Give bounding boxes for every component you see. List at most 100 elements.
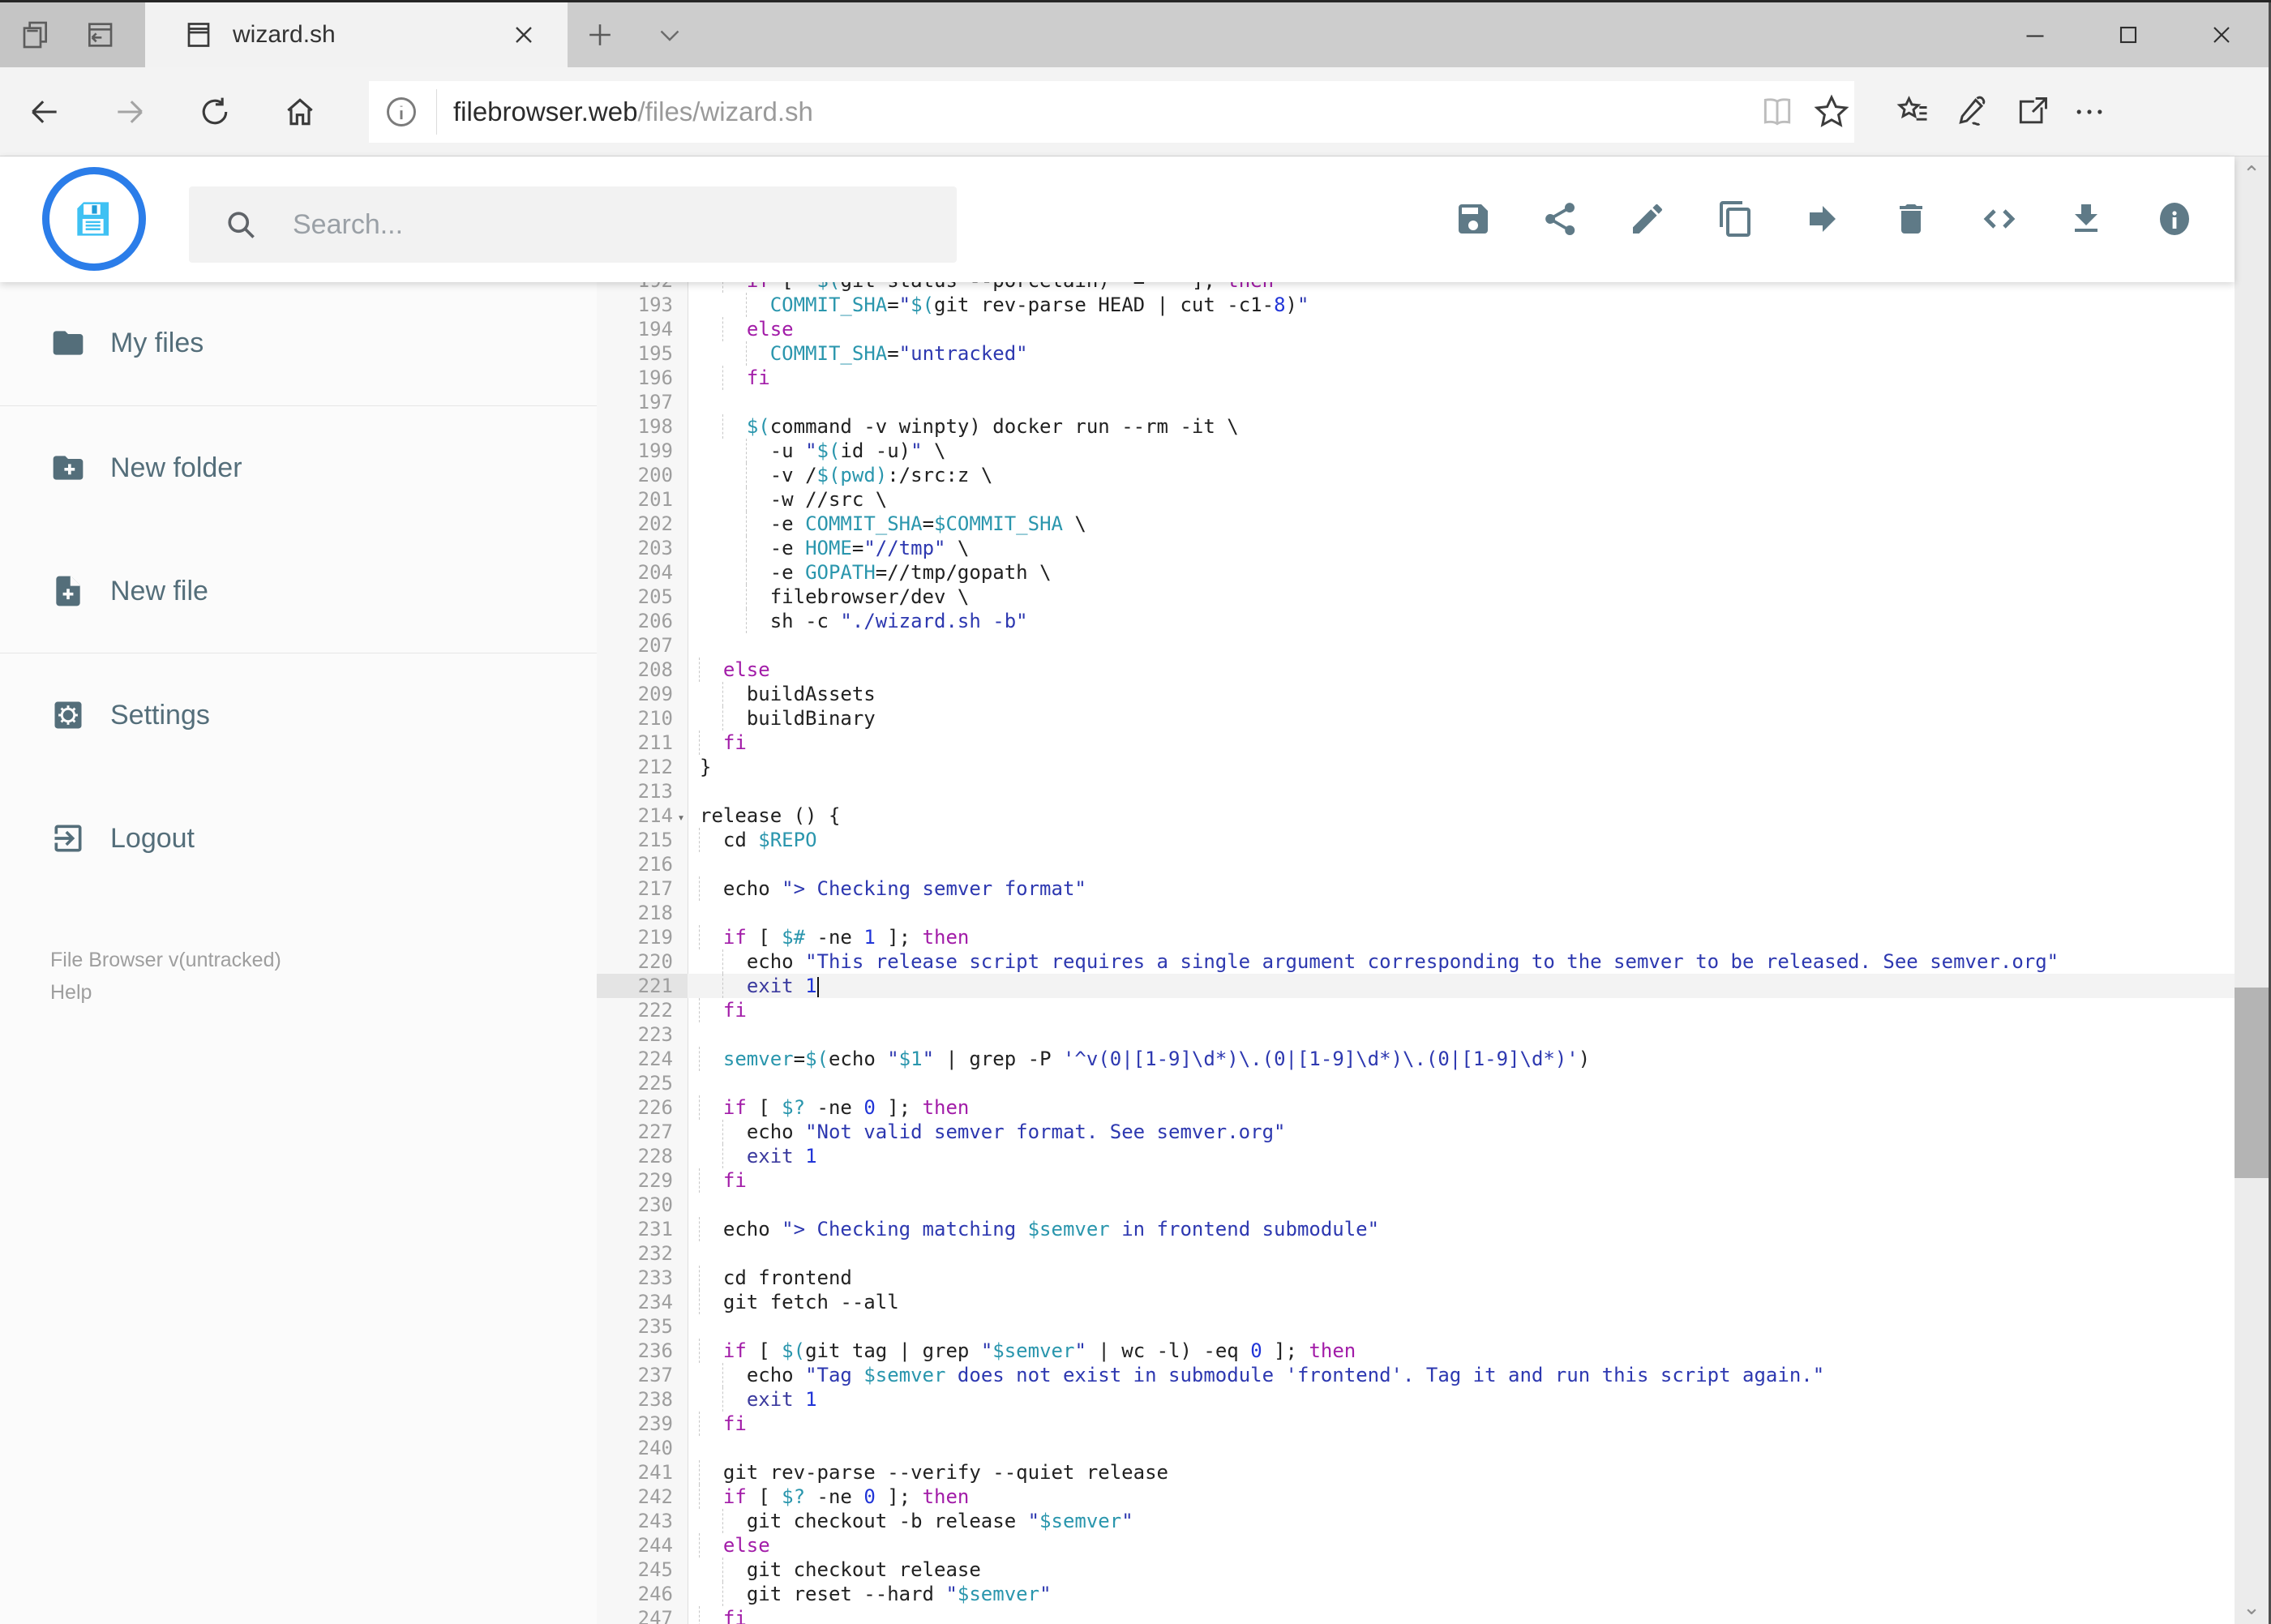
code-line-204[interactable]: 204 -e GOPATH=//tmp/gopath \ bbox=[597, 560, 2235, 585]
code-line-221[interactable]: 221 exit 1 bbox=[597, 974, 2235, 998]
scroll-down-icon[interactable]: ⌄ bbox=[2235, 1590, 2269, 1624]
copy-button[interactable] bbox=[1707, 190, 1765, 248]
code-line-223[interactable]: 223 bbox=[597, 1022, 2235, 1047]
code-line-199[interactable]: 199 -u "$(id -u)" \ bbox=[597, 439, 2235, 463]
home-icon[interactable] bbox=[282, 94, 318, 130]
download-button[interactable] bbox=[2057, 190, 2115, 248]
move-button[interactable] bbox=[1793, 190, 1852, 248]
code-line-246[interactable]: 246 git reset --hard "$semver" bbox=[597, 1582, 2235, 1606]
back-icon[interactable] bbox=[27, 94, 62, 130]
code-line-237[interactable]: 237 echo "Tag $semver does not exist in … bbox=[597, 1363, 2235, 1387]
sidebar-item-new-file[interactable]: New file bbox=[0, 555, 597, 628]
close-window-button[interactable] bbox=[2205, 20, 2238, 49]
scroll-up-icon[interactable]: ⌃ bbox=[2235, 156, 2269, 191]
code-line-211[interactable]: 211 fi bbox=[597, 731, 2235, 755]
sidebar-item-settings[interactable]: Settings bbox=[0, 679, 597, 752]
refresh-icon[interactable] bbox=[197, 94, 233, 130]
web-notes-pen-icon[interactable] bbox=[1955, 94, 1990, 130]
save-button[interactable] bbox=[1444, 190, 1502, 248]
edit-button[interactable] bbox=[1618, 190, 1677, 248]
code-line-209[interactable]: 209 buildAssets bbox=[597, 682, 2235, 706]
code-line-200[interactable]: 200 -v /$(pwd):/src:z \ bbox=[597, 463, 2235, 487]
code-line-212[interactable]: 212} bbox=[597, 755, 2235, 779]
code-line-193[interactable]: 193 COMMIT_SHA="$(git rev-parse HEAD | c… bbox=[597, 293, 2235, 317]
code-line-198[interactable]: 198 $(command -v winpty) docker run --rm… bbox=[597, 414, 2235, 439]
code-line-220[interactable]: 220 echo "This release script requires a… bbox=[597, 949, 2235, 974]
code-line-231[interactable]: 231 echo "> Checking matching $semver in… bbox=[597, 1217, 2235, 1241]
code-line-238[interactable]: 238 exit 1 bbox=[597, 1387, 2235, 1412]
favorite-star-icon[interactable] bbox=[1812, 92, 1851, 131]
tab-close-icon[interactable] bbox=[509, 20, 538, 49]
site-info-icon[interactable] bbox=[383, 94, 419, 130]
sidebar-item-my-files[interactable]: My files bbox=[0, 306, 597, 379]
code-line-203[interactable]: 203 -e HOME="//tmp" \ bbox=[597, 536, 2235, 560]
code-line-245[interactable]: 245 git checkout release bbox=[597, 1558, 2235, 1582]
code-line-225[interactable]: 225 bbox=[597, 1071, 2235, 1095]
share-page-icon[interactable] bbox=[2015, 94, 2050, 130]
code-line-208[interactable]: 208 else bbox=[597, 658, 2235, 682]
fold-arrow-icon[interactable]: ▾ bbox=[675, 805, 688, 829]
filebrowser-logo[interactable] bbox=[42, 167, 146, 271]
browser-tab[interactable]: wizard.sh bbox=[145, 2, 568, 67]
code-line-236[interactable]: 236 if [ $(git tag | grep "$semver" | wc… bbox=[597, 1339, 2235, 1363]
code-line-219[interactable]: 219 if [ $# -ne 1 ]; then bbox=[597, 925, 2235, 949]
code-line-217[interactable]: 217 echo "> Checking semver format" bbox=[597, 876, 2235, 901]
code-line-233[interactable]: 233 cd frontend bbox=[597, 1266, 2235, 1290]
page-scrollbar[interactable]: ⌃ ⌄ bbox=[2235, 156, 2269, 1624]
code-line-210[interactable]: 210 buildBinary bbox=[597, 706, 2235, 731]
code-line-205[interactable]: 205 filebrowser/dev \ bbox=[597, 585, 2235, 609]
code-line-215[interactable]: 215 cd $REPO bbox=[597, 828, 2235, 852]
code-line-194[interactable]: 194 else bbox=[597, 317, 2235, 341]
code-editor[interactable]: 192 if [ "$(git status --porcelain)" = "… bbox=[597, 282, 2235, 1624]
code-line-232[interactable]: 232 bbox=[597, 1241, 2235, 1266]
code-line-214[interactable]: 214 ▾ release () { bbox=[597, 803, 2235, 828]
code-line-230[interactable]: 230 bbox=[597, 1193, 2235, 1217]
restore-tabs-icon[interactable] bbox=[83, 19, 115, 51]
code-line-244[interactable]: 244 else bbox=[597, 1533, 2235, 1558]
code-line-224[interactable]: 224 semver=$(echo "$1" | grep -P '^v(0|[… bbox=[597, 1047, 2235, 1071]
code-line-202[interactable]: 202 -e COMMIT_SHA=$COMMIT_SHA \ bbox=[597, 512, 2235, 536]
code-line-192[interactable]: 192 if [ "$(git status --porcelain)" = "… bbox=[597, 282, 2235, 293]
code-line-197[interactable]: 197 bbox=[597, 390, 2235, 414]
code-view-button[interactable] bbox=[1970, 190, 2029, 248]
url-bar[interactable]: filebrowser.web/files/wizard.sh bbox=[369, 81, 1854, 143]
code-line-196[interactable]: 196 fi bbox=[597, 366, 2235, 390]
code-line-218[interactable]: 218 bbox=[597, 901, 2235, 925]
code-line-241[interactable]: 241 git rev-parse --verify --quiet relea… bbox=[597, 1460, 2235, 1485]
code-line-239[interactable]: 239 fi bbox=[597, 1412, 2235, 1436]
code-line-234[interactable]: 234 git fetch --all bbox=[597, 1290, 2235, 1314]
code-line-242[interactable]: 242 if [ $? -ne 0 ]; then bbox=[597, 1485, 2235, 1509]
delete-button[interactable] bbox=[1882, 190, 1940, 248]
forward-icon[interactable] bbox=[112, 94, 148, 130]
code-line-195[interactable]: 195 COMMIT_SHA="untracked" bbox=[597, 341, 2235, 366]
code-line-216[interactable]: 216 bbox=[597, 852, 2235, 876]
code-line-222[interactable]: 222 fi bbox=[597, 998, 2235, 1022]
set-aside-tabs-icon[interactable] bbox=[20, 19, 53, 51]
code-line-228[interactable]: 228 exit 1 bbox=[597, 1144, 2235, 1168]
code-line-226[interactable]: 226 if [ $? -ne 0 ]; then bbox=[597, 1095, 2235, 1120]
more-menu-icon[interactable] bbox=[2072, 94, 2107, 130]
favorites-hub-icon[interactable] bbox=[1896, 94, 1931, 130]
code-line-207[interactable]: 207 bbox=[597, 633, 2235, 658]
code-line-243[interactable]: 243 git checkout -b release "$semver" bbox=[597, 1509, 2235, 1533]
code-line-229[interactable]: 229 fi bbox=[597, 1168, 2235, 1193]
help-link[interactable]: Help bbox=[50, 981, 92, 1005]
code-line-247[interactable]: 247 fi bbox=[597, 1606, 2235, 1624]
sidebar-item-logout[interactable]: Logout bbox=[0, 802, 597, 875]
code-line-206[interactable]: 206 sh -c "./wizard.sh -b" bbox=[597, 609, 2235, 633]
minimize-button[interactable] bbox=[2019, 20, 2051, 49]
tab-preview-chevron-icon[interactable] bbox=[653, 20, 686, 49]
code-line-201[interactable]: 201 -w //src \ bbox=[597, 487, 2235, 512]
code-line-213[interactable]: 213 bbox=[597, 779, 2235, 803]
search-input[interactable]: Search... bbox=[189, 186, 957, 263]
url-text[interactable]: filebrowser.web/files/wizard.sh bbox=[453, 81, 813, 143]
share-button[interactable] bbox=[1531, 190, 1589, 248]
sidebar-item-new-folder[interactable]: New folder bbox=[0, 431, 597, 504]
new-tab-icon[interactable] bbox=[582, 17, 618, 53]
reading-view-icon[interactable] bbox=[1759, 94, 1795, 130]
code-line-240[interactable]: 240 bbox=[597, 1436, 2235, 1460]
code-line-235[interactable]: 235 bbox=[597, 1314, 2235, 1339]
maximize-button[interactable] bbox=[2112, 20, 2145, 49]
scrollbar-thumb[interactable] bbox=[2235, 988, 2269, 1178]
info-button[interactable] bbox=[2145, 190, 2204, 248]
